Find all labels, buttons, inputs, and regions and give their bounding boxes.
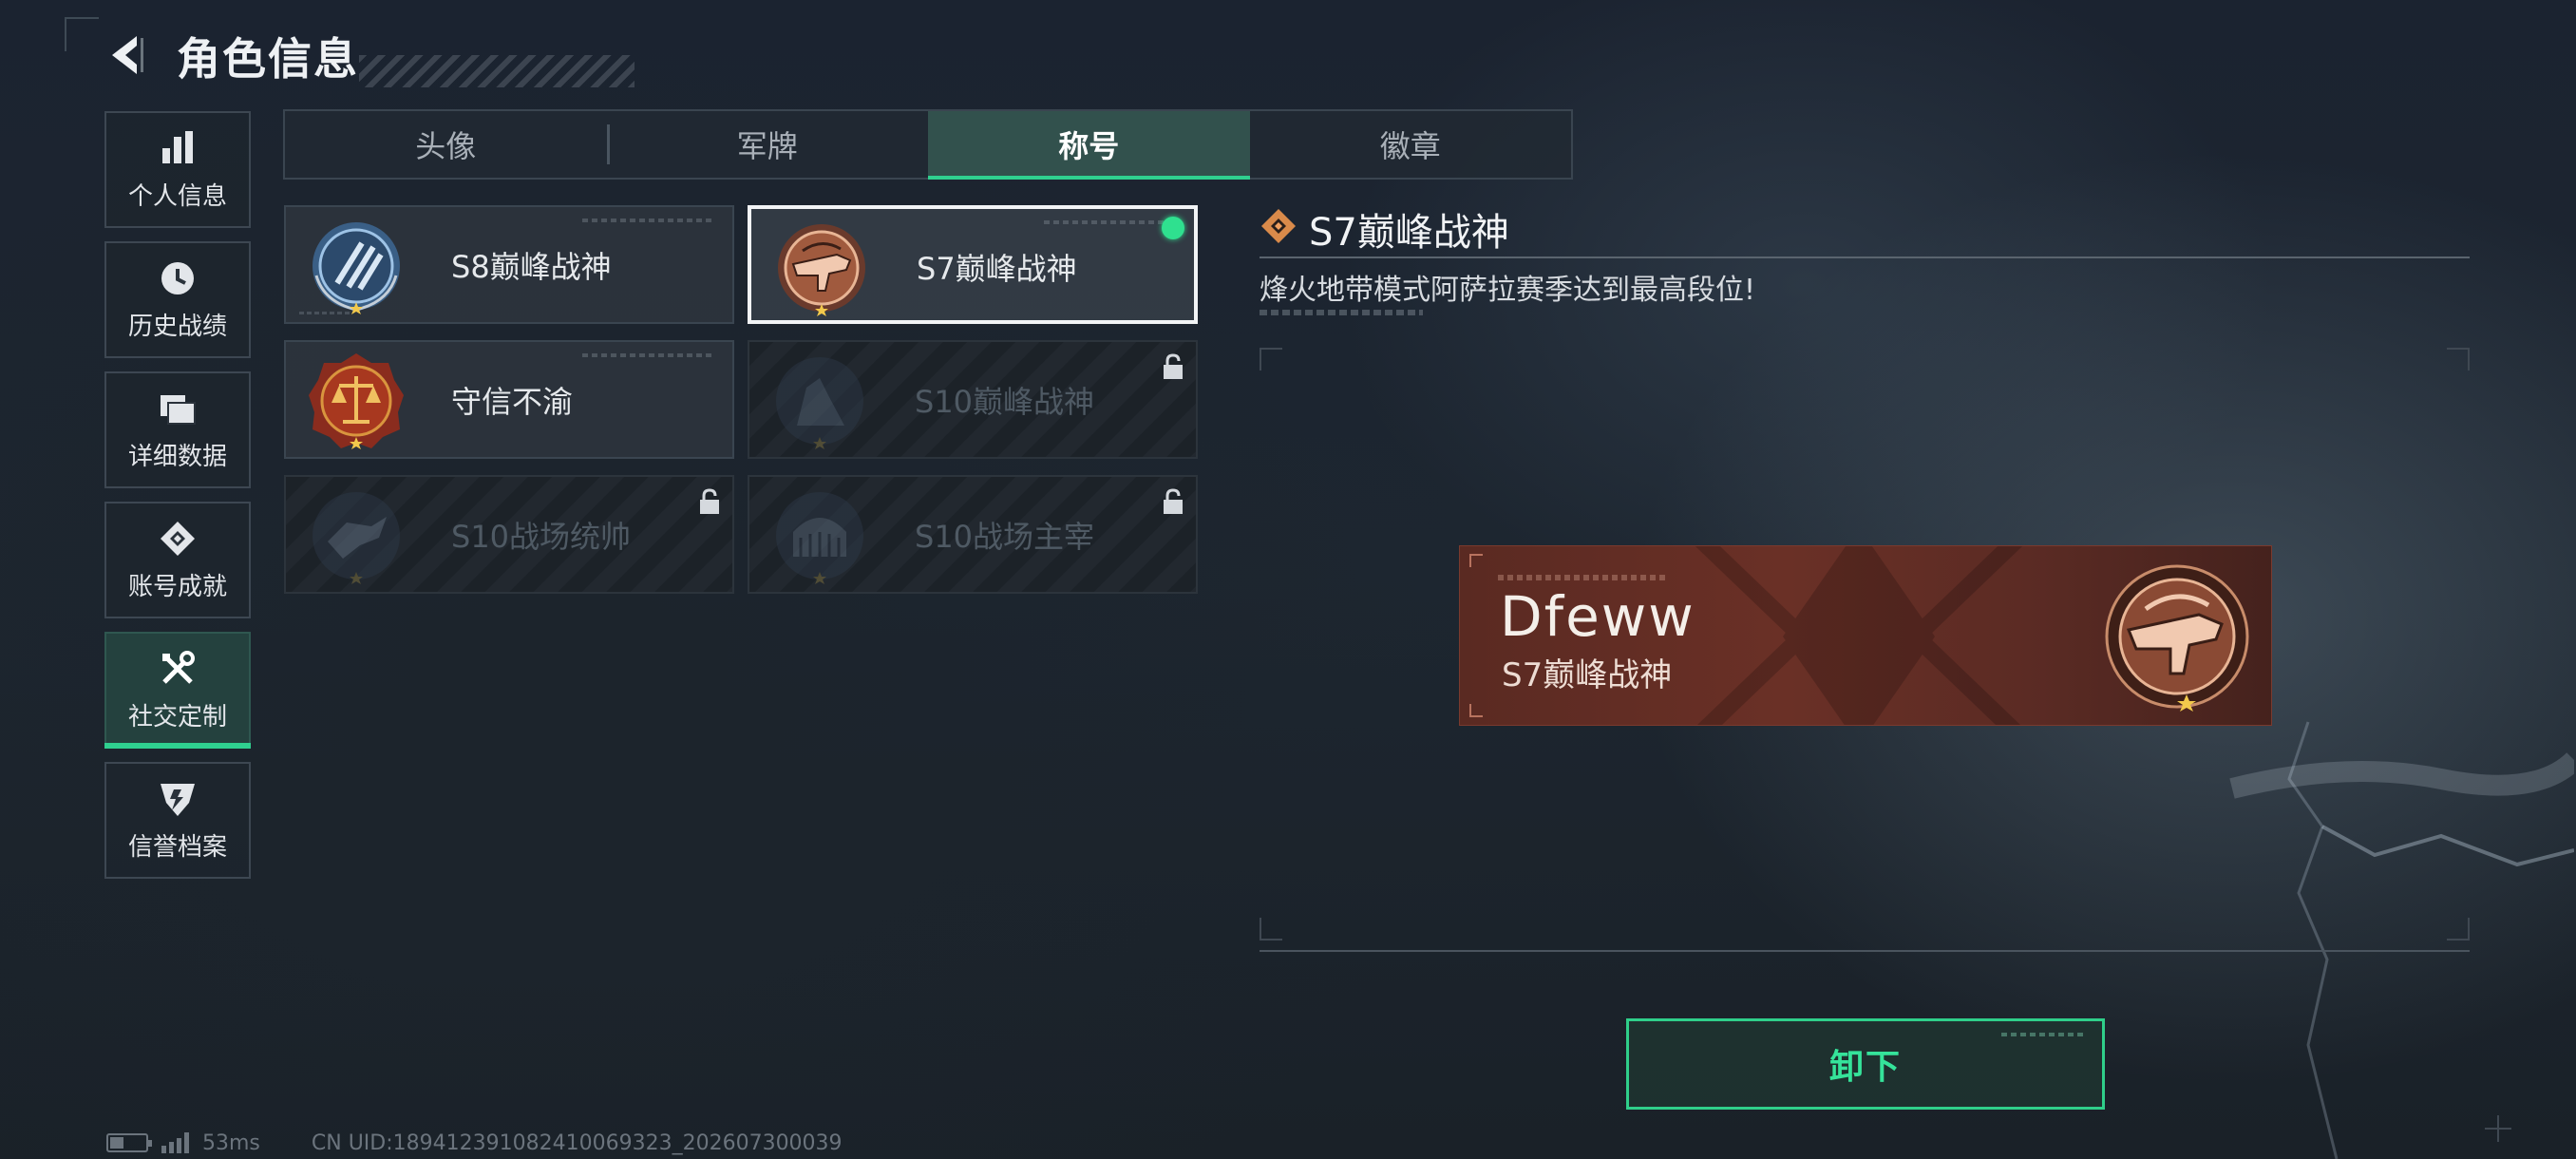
battery-icon: [106, 1133, 152, 1152]
preview-player-name: Dfeww: [1500, 584, 1695, 649]
back-arrow-icon[interactable]: [106, 30, 144, 80]
sidebar-item-label: 信誉档案: [127, 833, 227, 862]
clock-icon: [161, 262, 194, 294]
sidebar-item-label: 历史战绩: [127, 313, 227, 341]
detail-microtext-decoration: [1260, 310, 1423, 315]
title-card-name: 守信不渝: [451, 384, 574, 420]
header-stripes-decoration: [359, 55, 635, 87]
unequip-button-label: 卸下: [1828, 1048, 1902, 1087]
corner-plus-decoration: [2485, 1115, 2511, 1142]
sidebar-item-personal-info[interactable]: 个人信息: [104, 111, 251, 228]
title-card-name: S10巅峰战神: [915, 384, 1095, 420]
sidebar-item-detailed-data[interactable]: 详细数据: [104, 371, 251, 488]
sidebar-item-achievements[interactable]: 账号成就: [104, 502, 251, 618]
frame-corner: [2447, 348, 2470, 370]
folder-icon: [161, 395, 196, 425]
sidebar-item-label: 社交定制: [127, 703, 227, 732]
card-microtext-decoration: [582, 218, 715, 222]
preview-corner: [1469, 554, 1483, 567]
title-card-name: S10战场统帅: [451, 519, 632, 555]
s10-commander-badge-icon: [313, 492, 400, 584]
s7-peak-badge-icon: [778, 224, 865, 316]
tab-title[interactable]: 称号: [928, 111, 1250, 180]
sidebar-item-label: 个人信息: [127, 182, 227, 211]
s10-peak-badge-icon: [776, 357, 863, 449]
title-card-keep-promise[interactable]: 守信不渝: [284, 340, 734, 459]
tab-avatar[interactable]: 头像: [285, 111, 607, 178]
card-microtext-decoration: [1044, 220, 1177, 224]
header-corner-decoration: [65, 17, 99, 51]
equipped-indicator: [1162, 217, 1184, 239]
preview-microtext-decoration: [1498, 575, 1669, 580]
scales-badge-icon: [309, 353, 404, 449]
lock-icon: [700, 488, 719, 514]
sidebar: 个人信息 历史战绩 详细数据 账号成就 社交定制 信誉档案: [104, 111, 251, 892]
preview-corner: [1469, 704, 1483, 717]
title-card-s10-peak[interactable]: S10巅峰战神: [748, 340, 1198, 459]
card-microtext-decoration: [582, 353, 715, 357]
tools-icon: [162, 651, 195, 684]
preview-background-pattern: [1695, 546, 2023, 725]
title-card-s10-commander[interactable]: S10战场统帅: [284, 475, 734, 594]
title-card-s10-dominator[interactable]: S10战场主宰: [748, 475, 1198, 594]
page-title: 角色信息: [177, 33, 359, 85]
sidebar-item-social-custom[interactable]: 社交定制: [104, 632, 251, 749]
unequip-button[interactable]: 卸下: [1626, 1018, 2105, 1110]
frame-corner: [2447, 918, 2470, 940]
sidebar-item-label: 详细数据: [127, 443, 227, 471]
frame-corner: [1260, 348, 1282, 370]
divider: [1260, 950, 2470, 952]
s10-dominator-badge-icon: [776, 492, 863, 584]
title-card-s7-peak[interactable]: S7巅峰战神: [748, 205, 1198, 324]
s8-peak-badge-icon: [313, 222, 400, 314]
sidebar-item-label: 账号成就: [127, 573, 227, 601]
title-card-name: S8巅峰战神: [451, 249, 612, 285]
preview-title: S7巅峰战神: [1502, 656, 1673, 694]
title-diamond-icon: [1261, 209, 1296, 243]
uid-text: CN UID:18941239108241006​9323_2026073000…: [311, 1130, 843, 1155]
detail-title: S7巅峰战神: [1309, 211, 1509, 255]
tab-dog-tag[interactable]: 军牌: [606, 111, 929, 178]
title-card-s8-peak[interactable]: S8巅峰战神: [284, 205, 734, 324]
button-microtext-decoration: [2001, 1033, 2087, 1036]
title-card-name: S10战场主宰: [915, 519, 1095, 555]
tab-badge[interactable]: 徽章: [1250, 111, 1572, 178]
ping-value: 53ms: [202, 1130, 260, 1155]
frame-corner: [1260, 918, 1282, 940]
status-bar: 53ms CN UID:18941239108241006​9323_20260…: [106, 1130, 843, 1155]
bar-chart-icon: [162, 131, 193, 163]
title-card-name: S7巅峰战神: [917, 251, 1077, 287]
s7-peak-badge-icon: [2105, 564, 2249, 712]
divider: [1260, 256, 2470, 258]
category-tabs: 头像 军牌 称号 徽章: [283, 109, 1573, 180]
page-header: 角色信息: [65, 17, 635, 93]
achievement-icon: [161, 522, 195, 556]
lock-icon: [1164, 488, 1183, 514]
detail-description: 烽火地带模式阿萨拉赛季达到最高段位!: [1260, 274, 1756, 307]
signal-icon: [161, 1132, 189, 1153]
title-preview-card: Dfeww S7巅峰战神: [1459, 545, 2272, 726]
sidebar-item-match-history[interactable]: 历史战绩: [104, 241, 251, 358]
credit-shield-icon: [161, 784, 195, 816]
sidebar-item-credit-record[interactable]: 信誉档案: [104, 762, 251, 879]
lock-icon: [1164, 353, 1183, 379]
